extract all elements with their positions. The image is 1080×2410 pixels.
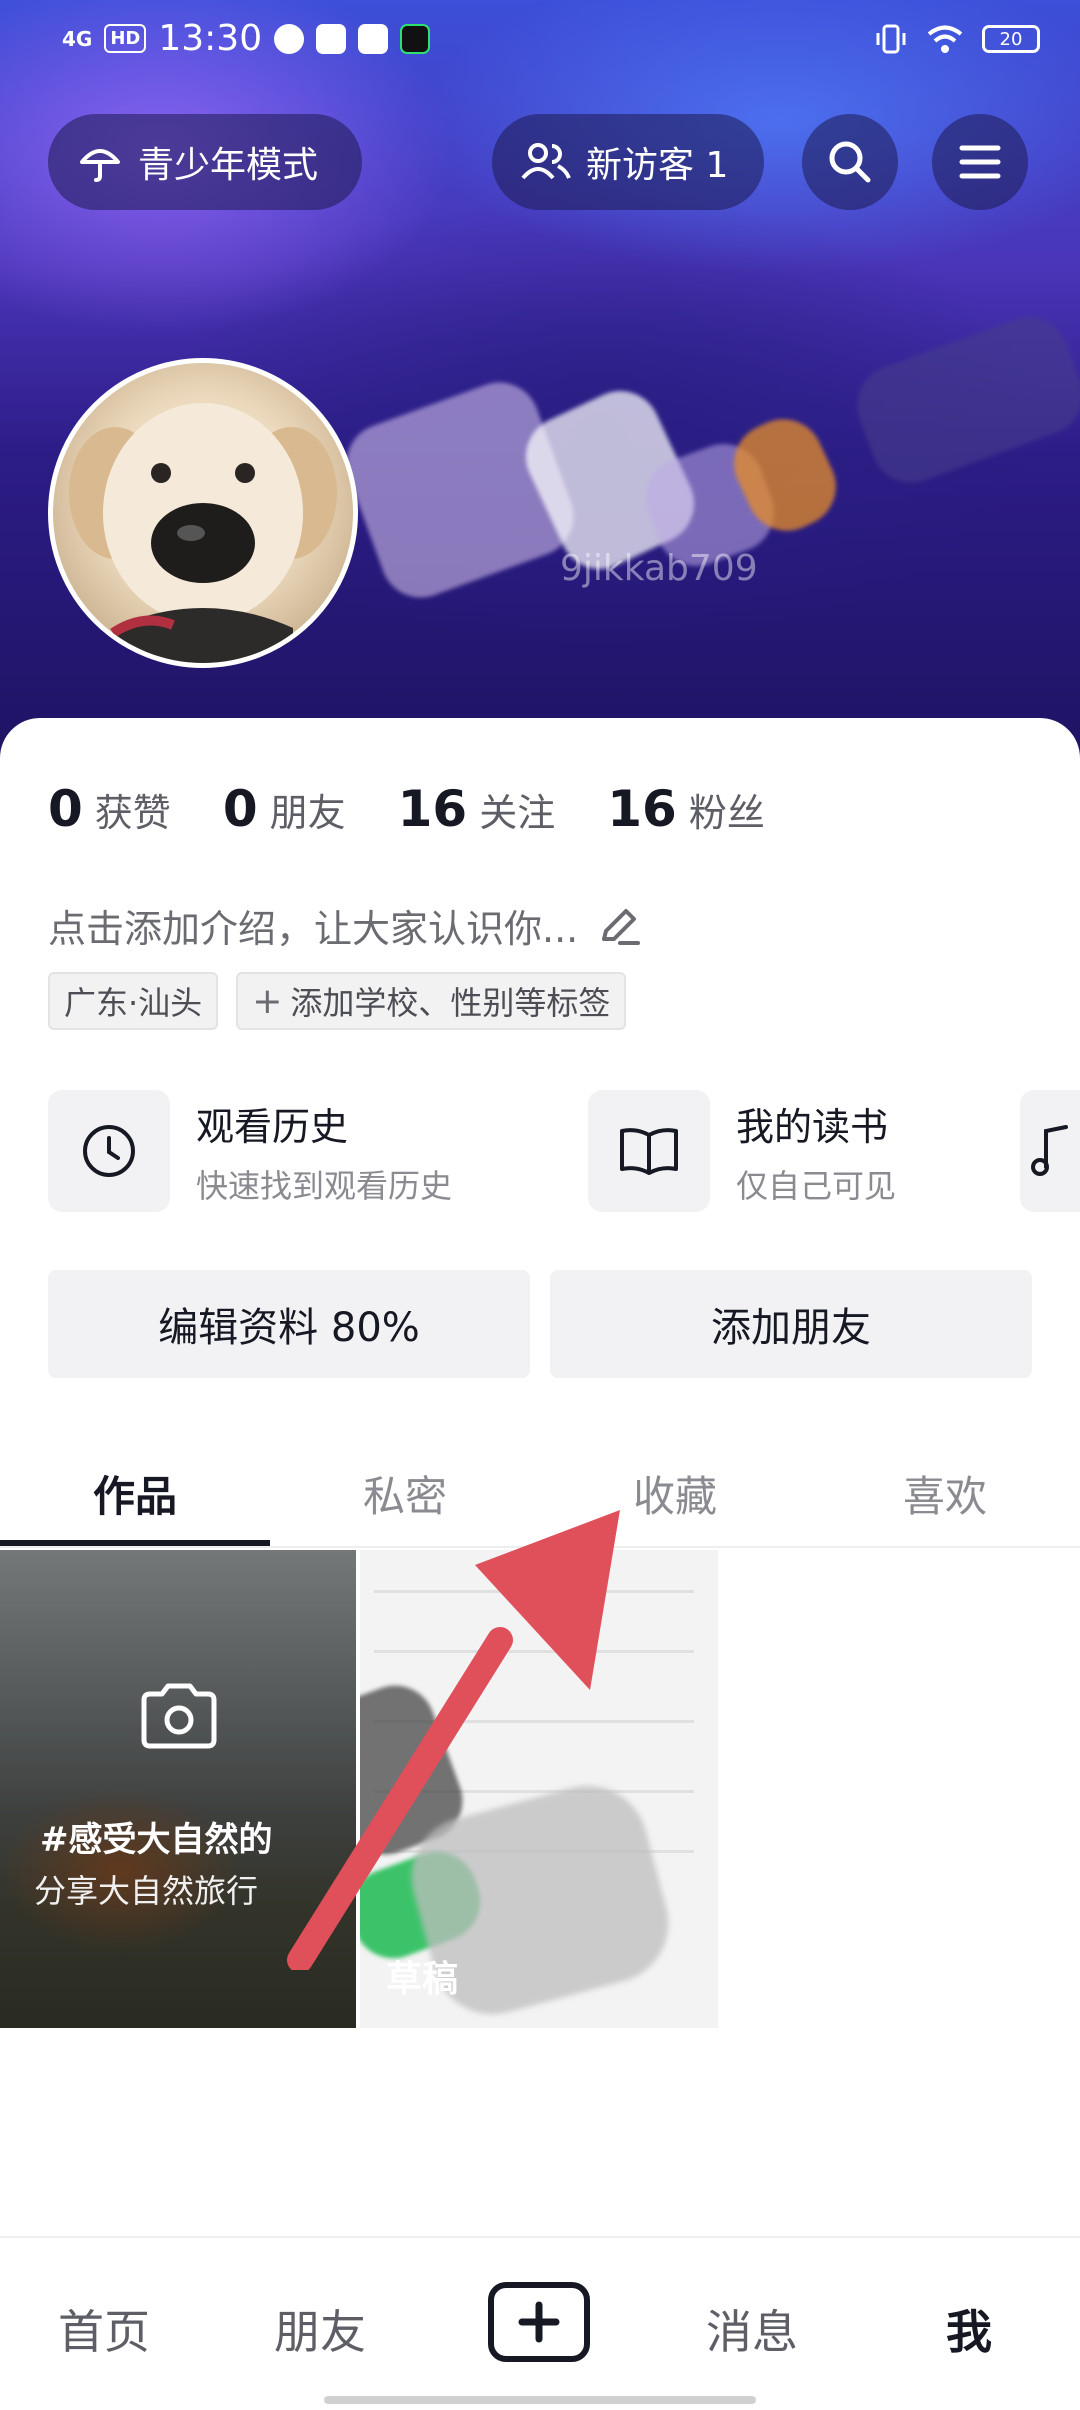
vibrate-icon <box>876 24 906 54</box>
signal-icon: 4G <box>62 26 93 51</box>
status-time: 13:30 <box>158 18 263 59</box>
followers-count[interactable]: 16 <box>607 780 677 838</box>
home-indicator[interactable] <box>324 2396 756 2404</box>
book-icon <box>620 1128 678 1175</box>
tab-likes[interactable]: 喜欢 <box>810 1440 1080 1546</box>
music-note-icon <box>1031 1125 1068 1176</box>
status-bar: 4G HD 13:30 20 <box>0 0 1080 84</box>
friends-label[interactable]: 朋友 <box>270 782 346 837</box>
youth-mode-label: 青少年模式 <box>138 145 319 186</box>
work-tile-subtitle: 分享大自然旅行 <box>34 1872 259 1910</box>
notification-icon <box>274 23 305 54</box>
friends-count[interactable]: 0 <box>223 780 258 838</box>
username-text: 9jikkab709 <box>560 548 758 589</box>
add-tag-button[interactable]: + 添加学校、性别等标签 <box>236 972 627 1030</box>
likes-count[interactable]: 0 <box>48 780 83 838</box>
video-notification-icon <box>316 23 347 54</box>
add-tag-label: 添加学校、性别等标签 <box>290 984 611 1022</box>
menu-icon <box>959 145 1001 179</box>
avatar[interactable] <box>48 358 358 668</box>
hd-badge: HD <box>104 24 147 53</box>
music-shortcut[interactable] <box>1020 1090 1080 1212</box>
watch-history-shortcut[interactable]: 观看历史 快速找到观看历史 <box>48 1090 452 1212</box>
my-reading-title: 我的读书 <box>736 1104 889 1149</box>
battery-icon: 20 <box>982 25 1040 53</box>
bio-text[interactable]: 点击添加介绍，让大家认识你... <box>48 898 578 953</box>
create-post-button[interactable] <box>488 2282 590 2362</box>
edit-profile-button[interactable]: 编辑资料 80% <box>48 1270 530 1378</box>
annotation-arrow <box>287 1510 620 1970</box>
plus-icon: + <box>252 980 283 1022</box>
active-tab-indicator <box>0 1540 270 1546</box>
location-tag[interactable]: 广东·汕头 <box>48 972 219 1030</box>
wifi-icon <box>927 25 963 53</box>
visitors-icon <box>521 143 571 180</box>
youth-mode-button[interactable]: 青少年模式 <box>48 114 362 210</box>
watch-history-subtitle: 快速找到观看历史 <box>196 1166 453 1205</box>
my-reading-subtitle: 仅自己可见 <box>736 1166 897 1205</box>
bio-row[interactable]: 点击添加介绍，让大家认识你... <box>48 898 642 953</box>
profile-tags: 广东·汕头 + 添加学校、性别等标签 <box>48 972 627 1030</box>
search-button[interactable] <box>802 114 898 210</box>
following-count[interactable]: 16 <box>398 780 468 838</box>
mail-notification-icon <box>358 23 389 54</box>
nav-messages[interactable]: 消息 <box>706 2296 798 2362</box>
camera-icon <box>141 1683 217 1749</box>
work-tile-title: #感受大自然的 <box>40 1820 273 1860</box>
plus-icon <box>518 2301 560 2343</box>
following-label[interactable]: 关注 <box>479 782 555 837</box>
watch-history-title: 观看历史 <box>196 1104 349 1149</box>
menu-button[interactable] <box>932 114 1028 210</box>
profile-stats: 0 获赞 0 朋友 16 关注 16 粉丝 <box>48 780 817 838</box>
nav-friends[interactable]: 朋友 <box>274 2296 366 2362</box>
nav-home[interactable]: 首页 <box>58 2296 150 2362</box>
likes-label[interactable]: 获赞 <box>95 782 171 837</box>
dog-avatar-image <box>69 403 337 663</box>
nav-me[interactable]: 我 <box>946 2296 992 2362</box>
music-app-icon <box>400 23 431 54</box>
umbrella-icon <box>80 149 120 182</box>
my-reading-shortcut[interactable]: 我的读书 仅自己可见 <box>588 1090 896 1212</box>
search-icon <box>829 141 871 183</box>
bottom-navigation: 首页 朋友 消息 我 <box>0 2236 1080 2410</box>
new-visitors-label: 新访客 1 <box>586 145 729 186</box>
clock-icon <box>83 1125 135 1177</box>
add-friends-button[interactable]: 添加朋友 <box>550 1270 1032 1378</box>
tab-works[interactable]: 作品 <box>0 1440 270 1546</box>
edit-pencil-icon[interactable] <box>596 903 642 949</box>
new-visitors-button[interactable]: 新访客 1 <box>492 114 764 210</box>
followers-label[interactable]: 粉丝 <box>689 782 765 837</box>
